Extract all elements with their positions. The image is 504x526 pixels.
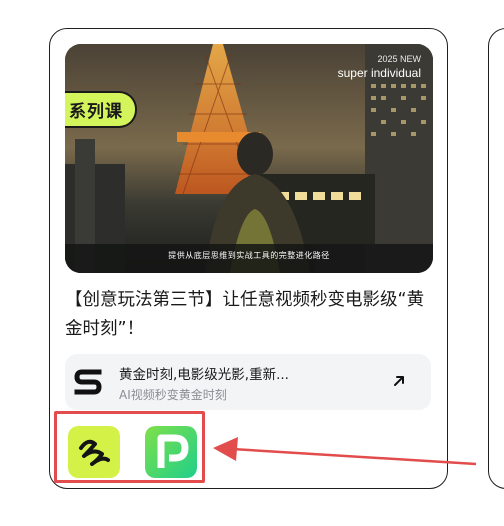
tool-link-title: 黄金时刻,电影级光影,重新... [119,367,289,383]
year-tag: 2025 NEW [377,54,421,64]
banner-caption: 提供从底层思维到实战工具的完整进化路径 [168,251,330,260]
s-logo-icon [74,369,102,395]
brand-tag: super individual [337,66,421,80]
tool-link-row[interactable]: 黄金时刻,电影级光影,重新... AI视频秒变黄金时刻 [65,354,431,410]
annotation-highlight-box [54,411,205,483]
next-card-peek[interactable] [488,28,504,489]
course-banner-image[interactable]: 系列课 2025 NEW super individual 提供从底层思维到实战… [65,44,433,273]
course-title[interactable]: 【创意玩法第三节】让任意视频秒变电影级“黄金时刻”！ [65,286,437,344]
series-course-badge: 系列课 [65,91,137,128]
external-link-arrow-icon[interactable] [391,373,407,389]
tool-link-subtitle: AI视频秒变黄金时刻 [119,388,227,402]
